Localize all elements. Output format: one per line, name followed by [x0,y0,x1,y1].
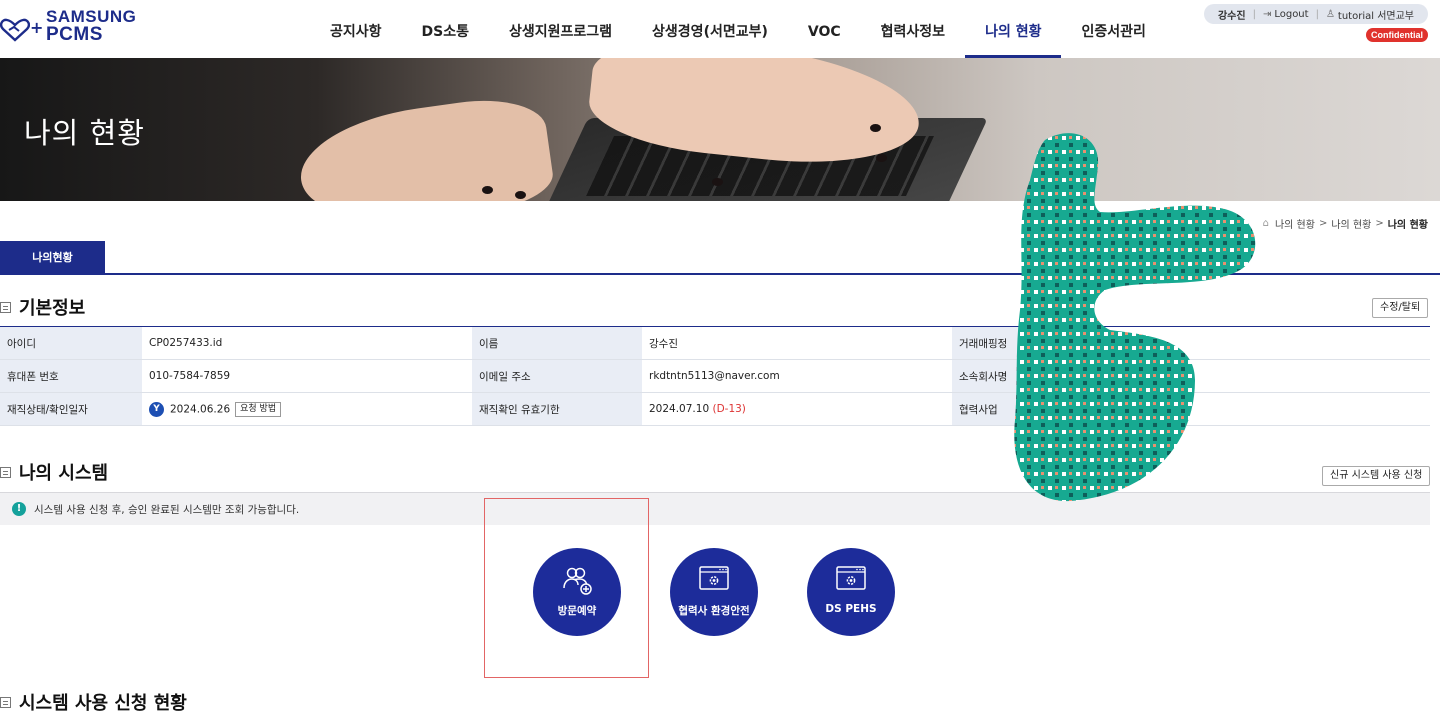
label-employment-status: 재직상태/확인일자 [0,392,142,426]
value-employment-status: Y 2024.06.26 요청 방법 [142,392,472,426]
nav-voc[interactable]: VOC [788,0,861,58]
user-info-bar: 강수진 | ⇥ Logout | ♙ tutorial 서면교부 [1203,4,1428,24]
status-badge: Y [149,401,164,417]
edit-withdraw-button[interactable]: 수정/탈퇴 [1372,298,1429,318]
logout-icon: ⇥ [1262,8,1272,20]
nav-my-status[interactable]: 나의 현황 [965,0,1062,58]
window-gear-icon [836,566,866,590]
banner-nail [515,191,526,199]
exclamation-icon: ! [12,502,26,516]
confirm-date: 2024.06.26 [170,403,231,415]
value-email: rkdtntn5113@naver.com [642,359,952,393]
system-visit-reservation[interactable]: 방문예약 [533,548,621,636]
breadcrumb-current: 나의 현황 [1387,220,1428,231]
expiry-date: 2024.07.10 [649,403,710,415]
nav-notice[interactable]: 공지사항 [310,0,402,58]
overlay-sticker-shape [1014,133,1256,502]
divider: | [1315,8,1319,20]
page-title: 나의 현황 [24,116,145,150]
logo-plus: + [30,18,44,37]
value-phone: 010-7584-7859 [142,359,472,393]
nav-partner-info[interactable]: 협력사정보 [861,0,965,58]
system-name: 협력사 환경안전 [678,605,750,617]
section-title-my-system: 나의 시스템 [0,459,108,485]
logo-text: SAMSUNG PCMS [46,8,136,45]
header: + SAMSUNG PCMS 공지사항 DS소통 상생지원프로그램 상생경영(서… [0,0,1440,58]
d-day-counter: (D-13) [712,403,746,415]
user-account: tutorial 서면교부 [1337,10,1414,22]
banner-nail [482,186,493,194]
confidential-badge: Confidential [1366,28,1428,42]
label-employment-expiry: 재직확인 유효기한 [472,392,642,426]
label-name: 이름 [472,326,642,360]
nav-certificate[interactable]: 인증서관리 [1061,0,1165,58]
section-title-text: 기본정보 [19,298,86,319]
samsung-pcms-logo[interactable]: + SAMSUNG PCMS [0,8,140,48]
system-name: 방문예약 [557,605,597,617]
nav-shared-management[interactable]: 상생경영(서면교부) [632,0,788,58]
visitors-icon [563,567,592,595]
logo-line-pcms: PCMS [46,24,103,45]
document-icon [0,696,11,708]
user-name: 강수진 [1217,10,1246,22]
document-icon [0,301,11,313]
breadcrumb: ⌂ 나의 현황 > 나의 현황 > 나의 현황 [1263,216,1428,231]
banner-nail [712,178,723,186]
new-system-request-button[interactable]: 신규 시스템 사용 신청 [1322,466,1431,486]
user-icon: ♙ [1325,8,1335,20]
system-partner-env-safety[interactable]: 협력사 환경안전 [670,548,758,636]
label-phone: 휴대폰 번호 [0,359,142,393]
nav-ds-communication[interactable]: DS소통 [402,0,489,58]
banner-nail [870,124,881,132]
breadcrumb-separator: > [1318,218,1328,229]
label-user-id: 아이디 [0,326,142,360]
handshake-heart-icon [0,18,30,42]
section-title-request-status: 시스템 사용 신청 현황 [0,689,187,715]
logout-link[interactable]: Logout [1274,9,1308,20]
document-icon [0,466,11,478]
banner-hand-image [293,91,557,201]
value-user-id: CP0257433.id [142,326,472,360]
section-title-text: 나의 시스템 [19,463,109,484]
window-gear-icon [699,566,729,590]
system-name: DS PEHS [825,603,877,615]
divider: | [1252,8,1256,20]
breadcrumb-item[interactable]: 나의 현황 [1275,216,1315,231]
system-ds-pehs[interactable]: DS PEHS [807,548,895,636]
section-title-text: 시스템 사용 신청 현황 [19,693,187,714]
nav-support-program[interactable]: 상생지원프로그램 [489,0,632,58]
main-navigation: 공지사항 DS소통 상생지원프로그램 상생경영(서면교부) VOC 협력사정보 … [310,0,1166,58]
label-email: 이메일 주소 [472,359,642,393]
value-name: 강수진 [642,326,952,360]
section-title-basic-info: 기본정보 [0,294,85,320]
value-employment-expiry: 2024.07.10 (D-13) [642,392,952,426]
banner-nail [876,154,887,162]
breadcrumb-item[interactable]: 나의 현황 [1331,216,1371,231]
breadcrumb-separator: > [1375,218,1384,229]
tab-my-status[interactable]: 나의현황 [0,241,105,274]
notice-text: 시스템 사용 신청 후, 승인 완료된 시스템만 조회 가능합니다. [34,503,300,516]
request-method-button[interactable]: 요청 방법 [235,401,282,417]
